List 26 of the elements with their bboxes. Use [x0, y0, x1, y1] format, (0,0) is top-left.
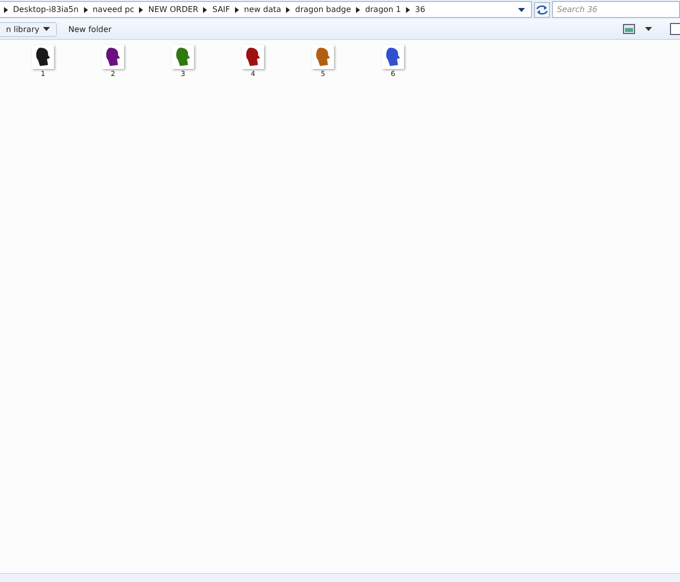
breadcrumb-item[interactable]: NEW ORDER: [148, 5, 198, 14]
chevron-icon: [406, 6, 410, 12]
chevron-icon: [235, 6, 240, 12]
view-icon[interactable]: [623, 24, 635, 34]
breadcrumb-item[interactable]: new data: [244, 5, 282, 14]
library-dropdown-button[interactable]: n library: [0, 22, 58, 36]
dropdown-icon[interactable]: [518, 8, 525, 12]
new-folder-button[interactable]: New folder: [61, 22, 119, 36]
breadcrumb-item[interactable]: 36: [415, 5, 426, 14]
chevron-icon: [286, 6, 290, 12]
chevron-icon: [356, 6, 360, 12]
refresh-button[interactable]: [534, 2, 550, 18]
breadcrumb-item[interactable]: dragon 1: [365, 5, 402, 14]
breadcrumb-item[interactable]: Desktop-i83ia5n: [13, 5, 79, 14]
breadcrumb-item[interactable]: dragon badge: [295, 5, 352, 14]
chevron-icon: [139, 6, 144, 12]
caret-icon[interactable]: [645, 27, 652, 31]
chevron-icon: [4, 6, 8, 12]
breadcrumb-item[interactable]: SAIF: [212, 5, 230, 14]
chevron-icon: [84, 6, 88, 12]
preview-pane-icon[interactable]: [670, 23, 680, 35]
chevron-icon: [203, 6, 208, 12]
address-bar[interactable]: Desktop-i83ia5n naveed pc NEW ORDER SAIF new data dragon badge dragon 1 36: [0, 1, 532, 18]
breadcrumb-item[interactable]: naveed pc: [92, 5, 134, 14]
search-field[interactable]: Search 36: [552, 1, 680, 18]
caret-icon: [43, 27, 50, 31]
